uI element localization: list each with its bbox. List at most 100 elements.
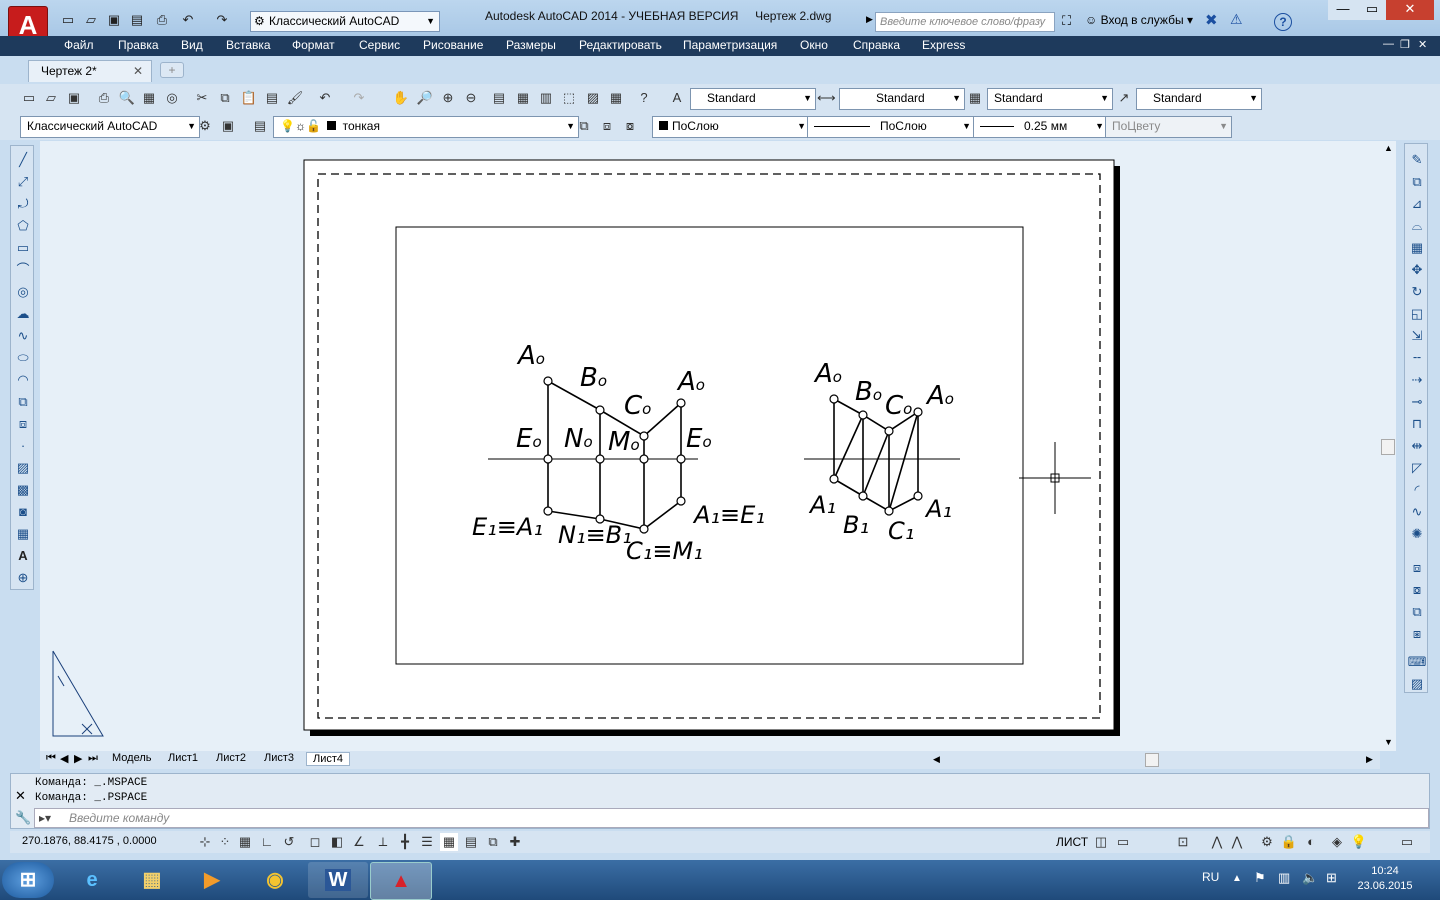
- menu-edit[interactable]: Правка: [118, 38, 159, 52]
- redo-icon[interactable]: ↷: [214, 12, 230, 28]
- design-center-icon[interactable]: ▦: [514, 89, 532, 107]
- menu-modify[interactable]: Редактировать: [579, 38, 662, 52]
- maximize-button[interactable]: ▭: [1358, 0, 1386, 20]
- exchange-icon[interactable]: ✖: [1205, 11, 1218, 29]
- ortho-icon[interactable]: ∟: [258, 833, 276, 851]
- construction-line-icon[interactable]: ⤢: [13, 172, 33, 192]
- match-properties-icon[interactable]: 🖌: [286, 89, 304, 107]
- autocad-taskbar-icon[interactable]: ▲: [370, 862, 432, 900]
- region-icon[interactable]: ◙: [13, 502, 33, 522]
- scroll-left-icon[interactable]: ◀: [933, 754, 940, 765]
- explorer-icon[interactable]: ▦: [122, 862, 182, 898]
- scale-icon[interactable]: ◱: [1407, 304, 1427, 324]
- explode-icon[interactable]: ✺: [1407, 524, 1427, 544]
- make-block-icon[interactable]: ⧈: [13, 414, 33, 434]
- table-style-icon[interactable]: ▦: [966, 89, 984, 107]
- command-input[interactable]: ▸▾ Введите команду: [34, 808, 1429, 828]
- save-as-icon[interactable]: ▤: [129, 12, 145, 28]
- blend-curves-icon[interactable]: ∿: [1407, 502, 1427, 522]
- dim-style-icon[interactable]: ⟷: [817, 89, 836, 107]
- transparency-icon[interactable]: ▦: [440, 833, 458, 851]
- doc-close-icon[interactable]: ✕: [1418, 38, 1427, 51]
- undo-icon[interactable]: ↶: [180, 12, 196, 28]
- customize-icon[interactable]: 🔧: [15, 810, 31, 826]
- linetype-select[interactable]: ПоСлою ▼: [807, 116, 975, 138]
- workspace-combo[interactable]: Классический AutoCAD ▼: [20, 116, 200, 138]
- quick-view-layouts-icon[interactable]: ◫: [1092, 833, 1110, 851]
- stretch-icon[interactable]: ⇲: [1407, 326, 1427, 346]
- minimize-button[interactable]: —: [1328, 0, 1358, 20]
- table-icon[interactable]: ▦: [13, 524, 33, 544]
- tab-model[interactable]: Модель: [112, 752, 151, 764]
- zoom-window-icon[interactable]: ⊕: [439, 89, 457, 107]
- new-tab-button[interactable]: +: [160, 62, 184, 78]
- selection-cycling-icon[interactable]: ⧉: [484, 833, 502, 851]
- print-icon[interactable]: ⎙: [154, 12, 170, 28]
- network-icon[interactable]: ▥: [1278, 870, 1290, 886]
- dyn-icon[interactable]: ╋: [396, 833, 414, 851]
- workspace-switch-icon[interactable]: ⚙: [1258, 833, 1276, 851]
- ellipse-icon[interactable]: ⬭: [13, 348, 33, 368]
- chrome-icon[interactable]: ◉: [245, 862, 305, 898]
- otrack-icon[interactable]: ∠: [350, 833, 368, 851]
- lineweight-icon[interactable]: ☰: [418, 833, 436, 851]
- redo-icon[interactable]: ↷: [350, 89, 368, 107]
- snap-mode-icon[interactable]: ⁘: [216, 833, 234, 851]
- maximize-viewport-icon[interactable]: ⊡: [1174, 833, 1192, 851]
- prev-layout-icon[interactable]: ◀: [60, 752, 68, 765]
- draw-order-front-icon[interactable]: ⧈: [1407, 558, 1427, 578]
- close-icon[interactable]: ✕: [15, 788, 26, 804]
- gradient-icon[interactable]: ▩: [13, 480, 33, 500]
- new-icon[interactable]: ▭: [20, 89, 38, 107]
- insert-block-icon[interactable]: ⧉: [13, 392, 33, 412]
- plot-icon[interactable]: ⎙: [95, 89, 113, 107]
- make-current-icon[interactable]: ⧉: [575, 117, 593, 135]
- hardware-acceleration-icon[interactable]: ◐: [1302, 833, 1320, 851]
- layer-properties-icon[interactable]: ▤: [251, 117, 269, 135]
- calculator-icon[interactable]: ▦: [607, 89, 625, 107]
- rectangle-icon[interactable]: ▭: [13, 238, 33, 258]
- grid-icon[interactable]: ▦: [236, 833, 254, 851]
- layer-previous-icon[interactable]: ⧈: [598, 117, 616, 135]
- ie-icon[interactable]: e: [62, 862, 122, 898]
- rotate-icon[interactable]: ↻: [1407, 282, 1427, 302]
- zoom-realtime-icon[interactable]: 🔎: [416, 89, 434, 107]
- scroll-thumb[interactable]: [1381, 439, 1395, 455]
- layer-select[interactable]: 💡☼🔓 тонкая ▼: [273, 116, 579, 138]
- object-snap-icon[interactable]: ◻: [306, 833, 324, 851]
- tray-expand-icon[interactable]: ▲: [1232, 873, 1242, 884]
- send-under-icon[interactable]: ⧆: [1407, 624, 1427, 644]
- annotation-scale-icon[interactable]: ⋀: [1208, 833, 1226, 851]
- save-icon[interactable]: ▣: [65, 89, 83, 107]
- isolate-objects-icon[interactable]: ◈: [1328, 833, 1346, 851]
- lineweight-select[interactable]: 0.25 мм ▼: [973, 116, 1108, 138]
- close-tab-icon[interactable]: ✕: [133, 61, 143, 81]
- save-icon[interactable]: ▣: [106, 12, 122, 28]
- publish-icon[interactable]: ▦: [140, 89, 158, 107]
- 3d-print-icon[interactable]: ◎: [163, 89, 181, 107]
- dim-style-select[interactable]: Standard ▼: [839, 88, 965, 110]
- copy-object-icon[interactable]: ⧉: [1407, 172, 1427, 192]
- hatch-icon[interactable]: ▨: [13, 458, 33, 478]
- quick-view-drawings-icon[interactable]: ▭: [1114, 833, 1132, 851]
- undo-icon[interactable]: ↶: [316, 89, 334, 107]
- join-icon[interactable]: ⇹: [1407, 436, 1427, 456]
- stay-connected-icon[interactable]: ⚠: [1230, 11, 1243, 28]
- quick-properties-icon[interactable]: ▤: [462, 833, 480, 851]
- menu-help[interactable]: Справка: [853, 38, 900, 52]
- new-icon[interactable]: ▭: [60, 12, 76, 28]
- add-selected-icon[interactable]: ⊕: [13, 568, 33, 588]
- plotstyle-select[interactable]: ПоЦвету ▼: [1105, 116, 1232, 138]
- lightbulb-status-icon[interactable]: 💡: [1350, 833, 1368, 851]
- multiline-text-icon[interactable]: A: [13, 546, 33, 566]
- scroll-up-icon[interactable]: ▲: [1384, 143, 1393, 153]
- line-icon[interactable]: ╱: [13, 150, 33, 170]
- trim-icon[interactable]: ╌: [1407, 348, 1427, 368]
- clean-screen-icon[interactable]: ▭: [1398, 833, 1416, 851]
- menu-tools[interactable]: Сервис: [359, 38, 400, 52]
- mleader-style-icon[interactable]: ↗: [1115, 89, 1133, 107]
- preview-icon[interactable]: 🔍: [118, 89, 136, 107]
- scroll-right-icon[interactable]: ▶: [1366, 754, 1373, 765]
- vertical-scrollbar[interactable]: ▲ ▼: [1380, 141, 1396, 751]
- infer-constraints-icon[interactable]: ⊹: [196, 833, 214, 851]
